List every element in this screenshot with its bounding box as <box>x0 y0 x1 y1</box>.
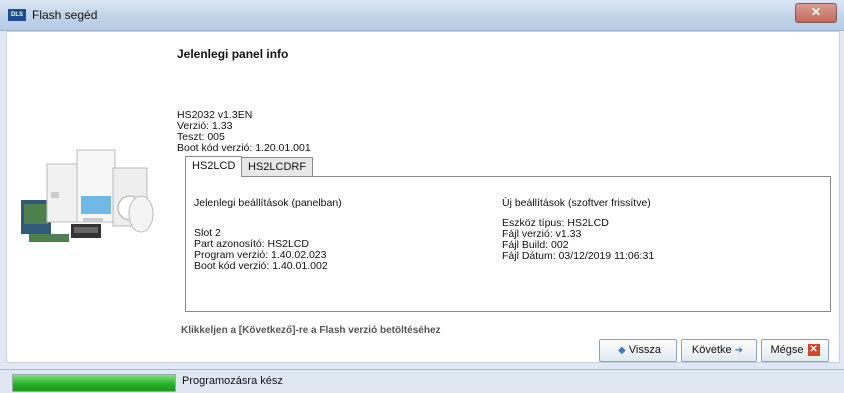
next-button-label: Követke <box>691 344 732 356</box>
instruction-text: Klikkeljen a [Következő]-re a Flash verz… <box>181 325 441 336</box>
status-bar: Programozásra kész <box>0 369 844 393</box>
panel-info: HS2032 v1.3EN Verzió: 1.33 Teszt: 005 Bo… <box>177 110 311 154</box>
title-bar: DLS Flash segéd ✕ <box>0 0 844 31</box>
product-image <box>21 149 154 242</box>
new-settings-header: Új beállítások (szoftver frissítve) <box>502 197 651 209</box>
tab-hs2lcd[interactable]: HS2LCD <box>185 156 243 177</box>
red-x-icon: ✕ <box>807 344 820 357</box>
current-settings: Jelenlegi beállítások (panelban) Slot 2 … <box>194 198 342 272</box>
back-button[interactable]: ◆ Vissza <box>599 339 677 362</box>
new-setting-line: Fájl Dátum: 03/12/2019 11:06:31 <box>502 250 655 262</box>
arrow-right-icon: ➔ <box>734 345 744 356</box>
window-title: Flash segéd <box>32 8 98 22</box>
arrow-left-icon: ◆ <box>618 345 626 356</box>
app-logo-icon: DLS <box>8 9 26 21</box>
progress-bar <box>12 374 176 392</box>
sidebar-image-area <box>7 32 167 362</box>
info-line: Boot kód verzió: 1.20.01.001 <box>177 142 311 154</box>
tab-panel: Jelenlegi beállítások (panelban) Slot 2 … <box>185 176 831 312</box>
current-settings-header: Jelenlegi beállítások (panelban) <box>194 197 342 209</box>
close-button[interactable]: ✕ <box>795 3 837 23</box>
cancel-button[interactable]: Mégse ✕ <box>761 339 829 362</box>
next-button[interactable]: Követke ➔ <box>681 339 757 362</box>
back-button-label: Vissza <box>628 344 661 356</box>
wizard-panel: Jelenlegi panel info HS2032 v1.3EN Verzi… <box>6 31 840 363</box>
status-text: Programozásra kész <box>182 375 283 387</box>
tab-hs2lcdrf[interactable]: HS2LCDRF <box>241 157 314 176</box>
cancel-button-label: Mégse <box>770 344 804 356</box>
current-setting-line: Boot kód verzió: 1.40.01.002 <box>194 260 328 272</box>
new-settings: Új beállítások (szoftver frissítve) Eszk… <box>502 198 654 262</box>
progress-fill <box>13 375 175 391</box>
page-title: Jelenlegi panel info <box>177 47 289 61</box>
